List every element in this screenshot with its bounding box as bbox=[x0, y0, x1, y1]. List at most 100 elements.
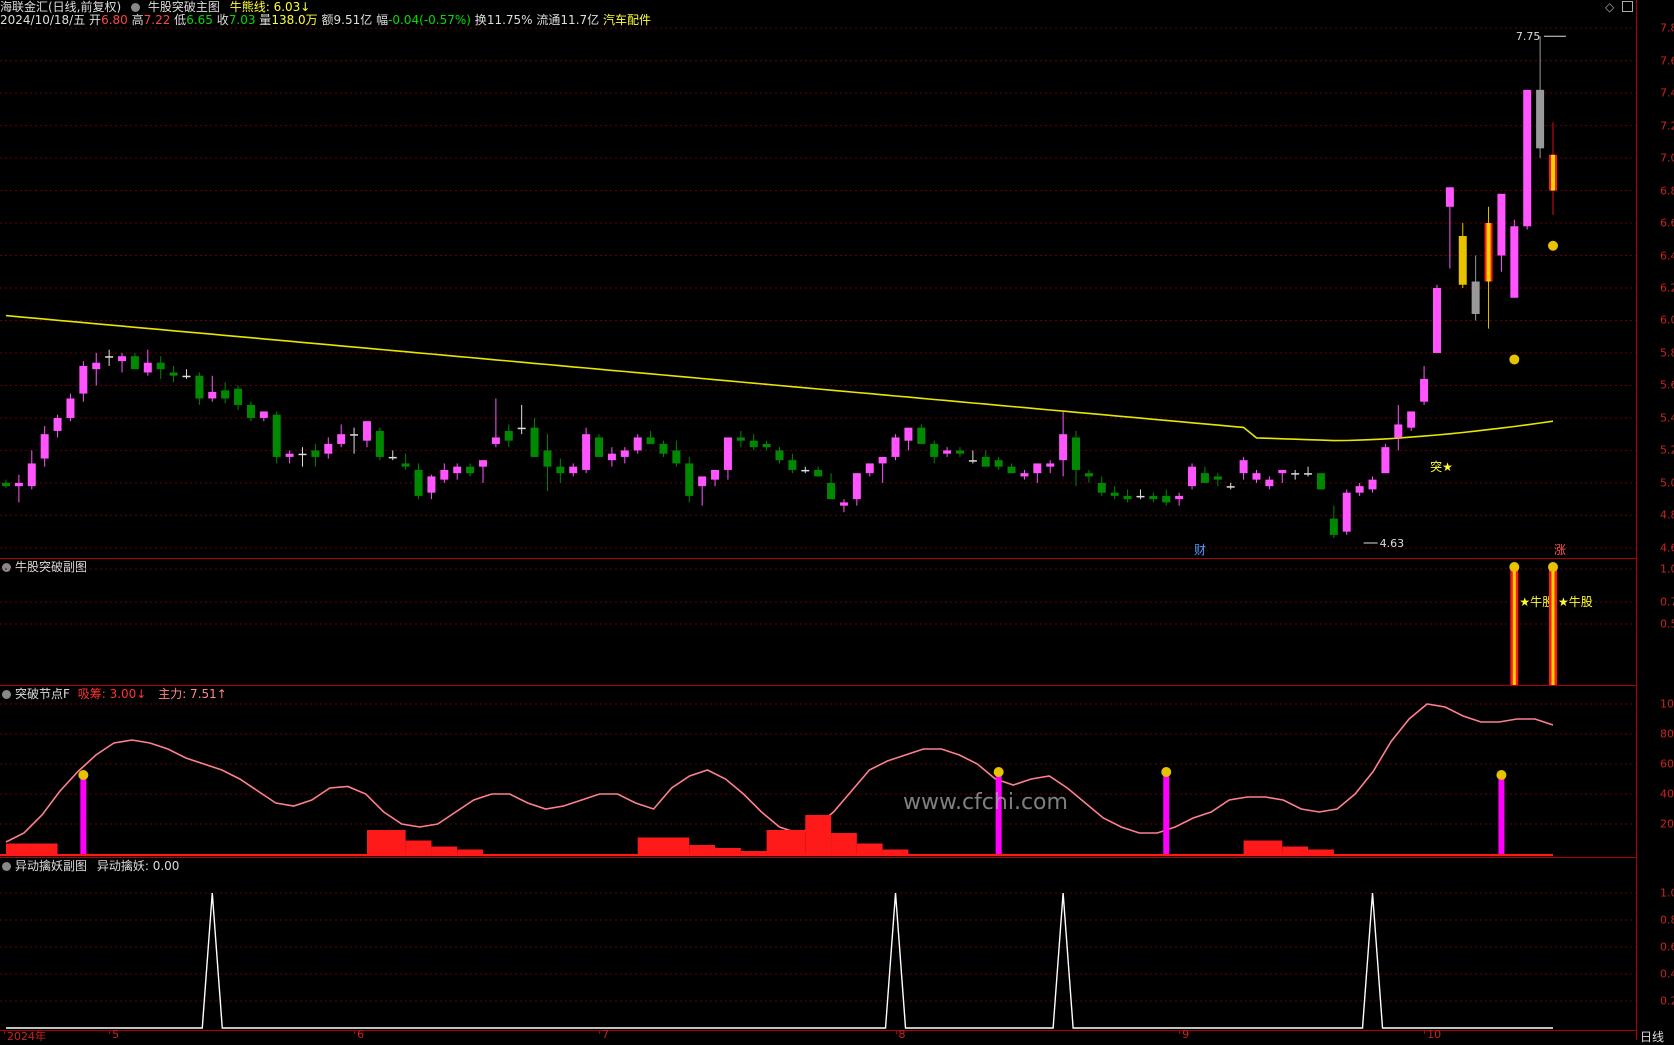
main-ytick: 6.6 bbox=[1660, 216, 1674, 230]
x-axis-label: 8 bbox=[898, 1028, 906, 1041]
money-bag-icon bbox=[1161, 767, 1172, 777]
accumulation-bar bbox=[637, 837, 690, 856]
cai-label: 财 bbox=[1194, 543, 1206, 557]
candle-body bbox=[1033, 463, 1042, 474]
candle-body bbox=[646, 437, 655, 444]
candle-body bbox=[401, 463, 410, 467]
accumulation-bar bbox=[805, 815, 832, 856]
candle-body bbox=[311, 450, 320, 457]
candle-body bbox=[981, 456, 990, 467]
price-axis-line bbox=[1636, 0, 1637, 1040]
candle-body bbox=[556, 466, 565, 474]
panel4-ytick: 0.8 bbox=[1660, 913, 1674, 927]
candle-body bbox=[208, 391, 217, 399]
candle-body bbox=[453, 466, 462, 474]
main-ytick: 5.6 bbox=[1660, 378, 1674, 392]
candle-body bbox=[775, 450, 784, 461]
accumulation-bar bbox=[766, 830, 806, 856]
candle-body bbox=[440, 469, 449, 480]
candle-body bbox=[182, 375, 191, 378]
candle-body bbox=[595, 437, 604, 457]
panel3-chart[interactable] bbox=[0, 686, 1636, 857]
candle-body bbox=[504, 430, 513, 441]
candle-body bbox=[865, 463, 874, 474]
candle-body bbox=[1291, 473, 1300, 475]
panel3-ytick: 80.0 bbox=[1660, 727, 1674, 741]
candle-body bbox=[672, 450, 681, 464]
candle-body-highlight bbox=[1551, 154, 1555, 191]
candle-body bbox=[569, 466, 578, 474]
ma-line bbox=[5, 314, 1554, 442]
candle-body bbox=[14, 482, 23, 487]
candle-body bbox=[53, 417, 62, 431]
watermark: www.cfchi.com bbox=[903, 790, 1068, 815]
candle-body bbox=[1136, 495, 1145, 498]
breakout-node-bar bbox=[995, 776, 1002, 856]
candle-body bbox=[736, 437, 745, 441]
candle-body bbox=[234, 388, 243, 405]
money-bag-icon bbox=[78, 770, 89, 780]
timeframe-label[interactable]: 日线 bbox=[1640, 1028, 1664, 1045]
candle-body bbox=[1213, 476, 1222, 480]
candle-body bbox=[298, 453, 307, 456]
candle-body bbox=[169, 372, 178, 376]
candle-body bbox=[620, 450, 629, 457]
candle-body bbox=[1046, 463, 1055, 467]
panel2-chart[interactable]: ★牛股 ★牛股 bbox=[0, 559, 1636, 685]
candle-body bbox=[517, 427, 526, 430]
candle-body bbox=[968, 460, 977, 462]
anomaly-signal-line bbox=[6, 892, 1553, 1029]
x-axis-label: 6 bbox=[357, 1028, 365, 1041]
panel4-chart[interactable] bbox=[0, 858, 1636, 1030]
x-axis-tick bbox=[354, 1030, 356, 1034]
candle-body bbox=[1355, 486, 1364, 493]
money-bag-icon bbox=[993, 767, 1004, 777]
x-axis-tick bbox=[599, 1030, 601, 1034]
main-ytick: 7.6 bbox=[1660, 54, 1674, 68]
candle-body bbox=[685, 463, 694, 496]
candle-body bbox=[92, 362, 101, 370]
candlestick-chart[interactable]: 7.75 4.63 突★ 财 涨 bbox=[0, 0, 1636, 558]
candle-body bbox=[427, 476, 436, 493]
accumulation-bar bbox=[1243, 840, 1283, 856]
x-axis-tick bbox=[1424, 1030, 1426, 1034]
breakout-label: 突★ bbox=[1430, 459, 1453, 474]
candle-body bbox=[118, 356, 127, 362]
candle-body bbox=[1239, 460, 1248, 474]
candle-body bbox=[375, 430, 384, 457]
candle-body bbox=[633, 437, 642, 451]
candle-body bbox=[1420, 378, 1429, 402]
main-ytick: 5.2 bbox=[1660, 443, 1674, 457]
candle-body bbox=[1342, 492, 1351, 532]
candle-body bbox=[530, 427, 539, 457]
breakout-node-bar bbox=[80, 779, 87, 856]
panel2-ytick: 0.7 bbox=[1660, 595, 1674, 609]
main-ytick: 4.8 bbox=[1660, 508, 1674, 522]
candle-body bbox=[259, 411, 268, 418]
candle-body bbox=[1368, 479, 1377, 490]
candle-body-highlight bbox=[1486, 223, 1491, 282]
candle-body bbox=[1123, 495, 1132, 500]
candle-body bbox=[337, 434, 346, 444]
bull-signal-label: ★牛股 bbox=[1558, 594, 1593, 609]
x-axis-tick bbox=[109, 1030, 111, 1034]
candle-body bbox=[1471, 281, 1480, 314]
candle-body bbox=[324, 443, 333, 454]
money-bag-icon bbox=[1509, 354, 1520, 365]
x-axis-tick bbox=[1179, 1030, 1181, 1034]
candle-body bbox=[1072, 437, 1081, 470]
candle-body bbox=[285, 453, 294, 457]
x-axis-label: 10 bbox=[1427, 1028, 1442, 1041]
candle-body bbox=[105, 356, 114, 358]
candle-body bbox=[1200, 473, 1209, 483]
candle-body bbox=[1007, 466, 1016, 474]
bull-signal-label: ★牛股 bbox=[1519, 594, 1554, 609]
x-axis-label: 9 bbox=[1182, 1028, 1190, 1041]
main-ytick: 7.8 bbox=[1660, 21, 1674, 35]
bull-signal-core bbox=[1512, 569, 1516, 685]
candle-body bbox=[582, 434, 591, 470]
candle-body bbox=[1110, 492, 1119, 496]
candle-body bbox=[1497, 193, 1506, 256]
candle-body bbox=[943, 450, 952, 454]
panel4-ytick: 0.6 bbox=[1660, 940, 1674, 954]
